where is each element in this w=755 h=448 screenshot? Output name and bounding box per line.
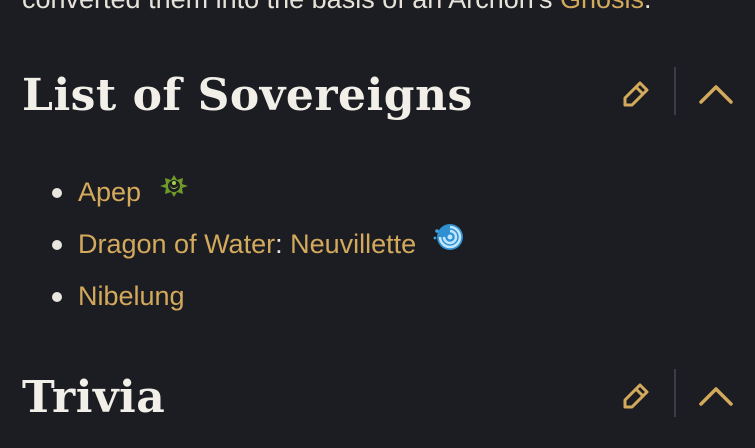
intro-text-end: . (644, 0, 652, 14)
section-title-trivia: Trivia (22, 372, 166, 423)
sovereign-link-nibelung[interactable]: Nibelung (78, 281, 185, 311)
chevron-up-icon (699, 85, 733, 104)
sovereign-link-apep[interactable]: Apep (78, 177, 141, 207)
item-separator: : (275, 229, 291, 259)
section-header-trivia: Trivia (22, 368, 755, 428)
pencil-icon (623, 383, 649, 409)
section-title-sovereigns: List of Sovereigns (22, 70, 473, 121)
intro-text: converted them into the basis of an Arch… (22, 0, 652, 15)
pencil-icon (623, 81, 649, 107)
neuvillette-link[interactable]: Neuvillette (290, 229, 416, 259)
header-divider (674, 67, 676, 115)
header-divider (674, 369, 676, 417)
hydro-element-icon (432, 218, 466, 270)
edit-section-button[interactable] (616, 74, 656, 114)
collapse-section-button[interactable] (694, 74, 738, 114)
sovereign-link-dragon-of-water[interactable]: Dragon of Water (78, 229, 275, 259)
list-item: Nibelung (52, 270, 466, 322)
edit-section-button[interactable] (616, 376, 656, 416)
section-header-sovereigns: List of Sovereigns (22, 66, 755, 126)
collapse-section-button[interactable] (694, 376, 738, 416)
chevron-up-icon (699, 387, 733, 406)
gnosis-link[interactable]: Gnosis (560, 0, 644, 14)
list-item: Dragon of Water: Neuvillette (52, 218, 466, 270)
dendro-element-icon (157, 166, 191, 218)
sovereign-list: Apep Dragon of Water: Neuvillette Nibelu… (52, 166, 466, 322)
intro-text-start: converted them into the basis of an Arch… (22, 0, 560, 14)
list-item: Apep (52, 166, 466, 218)
